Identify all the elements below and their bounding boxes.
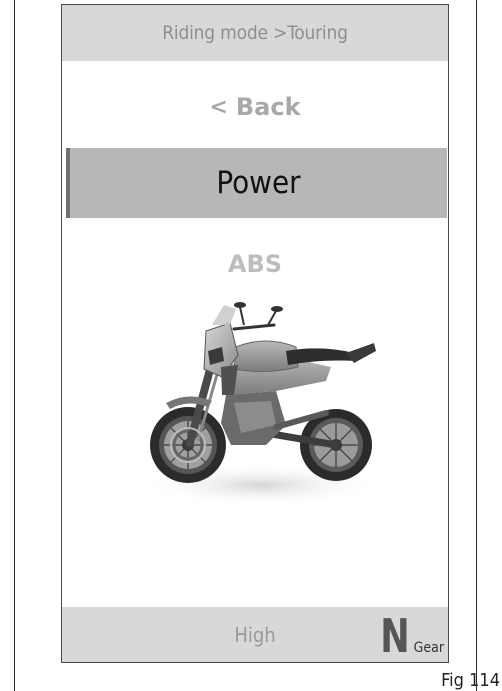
- motorcycle-icon: [141, 302, 381, 507]
- status-footer: High N Gear: [62, 607, 448, 662]
- dashboard-screen: Riding mode >Touring < Back Power ABS Hi…: [61, 4, 449, 663]
- menu-item-power[interactable]: Power: [66, 148, 447, 218]
- chevron-left-icon: <: [209, 94, 228, 120]
- figure-caption: Fig 114: [441, 670, 500, 691]
- breadcrumb-header: Riding mode >Touring: [62, 5, 448, 61]
- gear-indicator: N Gear: [375, 609, 444, 659]
- menu-item-abs-label: ABS: [227, 250, 283, 278]
- gear-label: Gear: [413, 640, 444, 656]
- gear-value: N: [380, 609, 410, 663]
- menu-item-abs[interactable]: ABS: [62, 242, 448, 286]
- breadcrumb: Riding mode >Touring: [162, 22, 348, 44]
- back-label: Back: [235, 93, 301, 121]
- menu-item-power-label: Power: [216, 165, 301, 201]
- back-button[interactable]: < Back: [62, 85, 448, 129]
- page: Riding mode >Touring < Back Power ABS Hi…: [0, 0, 502, 691]
